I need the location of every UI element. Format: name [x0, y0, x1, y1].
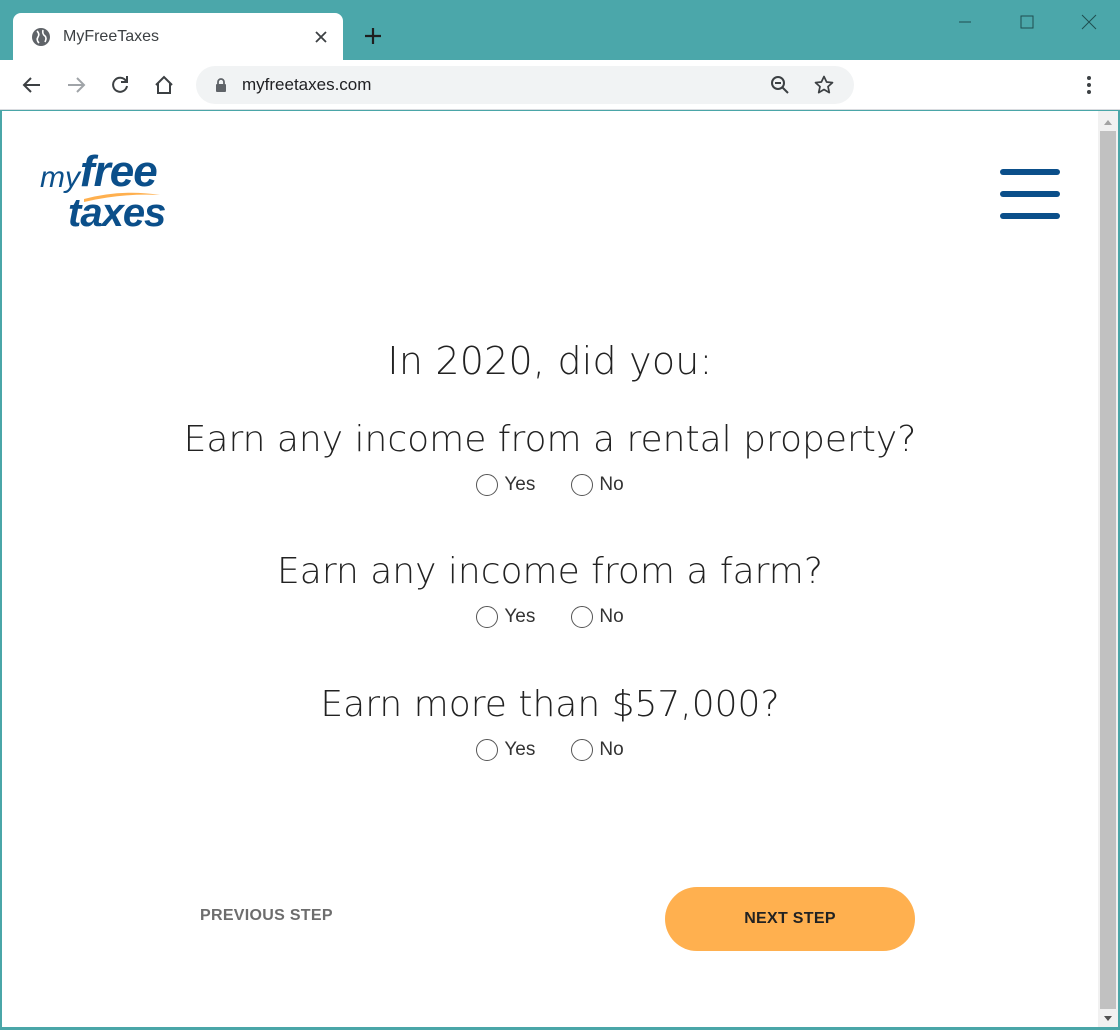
logo-text-taxes: taxes — [68, 191, 166, 235]
radio-circle[interactable] — [476, 739, 499, 761]
options-income: Yes No — [2, 739, 1098, 761]
hamburger-icon[interactable] — [1000, 169, 1060, 219]
radio-rental-yes[interactable]: Yes — [476, 474, 535, 496]
maximize-icon[interactable] — [996, 0, 1058, 44]
radio-label: Yes — [504, 474, 536, 495]
radio-farm-no[interactable]: No — [571, 606, 624, 628]
radio-label: No — [599, 606, 624, 627]
lock-icon — [214, 77, 228, 93]
plus-icon[interactable] — [360, 23, 386, 49]
radio-label: No — [599, 474, 624, 495]
url-text: myfreetaxes.com — [242, 75, 372, 94]
question-rental: Earn any income from a rental property? — [183, 419, 917, 460]
radio-rental-no[interactable]: No — [571, 474, 624, 496]
reload-icon[interactable] — [105, 70, 135, 100]
radio-label: Yes — [504, 606, 536, 627]
options-rental: Yes No — [2, 474, 1098, 496]
radio-circle[interactable] — [476, 474, 499, 496]
myfreetaxes-logo[interactable]: my free taxes — [38, 147, 168, 241]
radio-label: No — [599, 739, 624, 760]
logo-text-my: my — [40, 161, 80, 194]
page-viewport: my free taxes In 2020, did you: Earn any… — [2, 111, 1098, 1027]
globe-icon — [31, 27, 51, 47]
close-icon[interactable] — [1058, 0, 1120, 44]
question-income: Earn more than $57,000? — [320, 684, 780, 725]
browser-toolbar: myfreetaxes.com — [0, 60, 1120, 110]
star-icon[interactable] — [810, 71, 838, 99]
next-step-button[interactable]: NEXT STEP — [665, 887, 915, 951]
browser-titlebar: MyFreeTaxes — [0, 0, 1120, 60]
scroll-up-icon[interactable] — [1098, 113, 1118, 131]
minimize-icon[interactable] — [934, 0, 996, 44]
radio-circle[interactable] — [571, 739, 594, 761]
radio-label: Yes — [504, 739, 536, 760]
browser-tab[interactable]: MyFreeTaxes — [13, 13, 343, 60]
radio-circle[interactable] — [571, 474, 594, 496]
radio-circle[interactable] — [571, 606, 594, 628]
window-controls — [934, 0, 1120, 44]
previous-step-button[interactable]: PREVIOUS STEP — [200, 907, 333, 925]
arrow-right-icon[interactable] — [61, 70, 91, 100]
home-icon[interactable] — [149, 70, 179, 100]
arrow-left-icon[interactable] — [17, 70, 47, 100]
scrollbar-thumb[interactable] — [1100, 131, 1116, 1009]
radio-income-yes[interactable]: Yes — [476, 739, 535, 761]
zoom-out-icon[interactable] — [766, 71, 794, 99]
tab-title: MyFreeTaxes — [63, 27, 160, 45]
close-icon[interactable] — [311, 27, 331, 47]
page-scrollbar[interactable] — [1098, 111, 1118, 1028]
radio-farm-yes[interactable]: Yes — [476, 606, 535, 628]
address-bar[interactable]: myfreetaxes.com — [196, 66, 854, 104]
page-heading: In 2020, did you: — [387, 339, 713, 383]
options-farm: Yes No — [2, 606, 1098, 628]
scroll-down-icon[interactable] — [1098, 1010, 1118, 1028]
radio-circle[interactable] — [476, 606, 499, 628]
radio-income-no[interactable]: No — [571, 739, 624, 761]
question-farm: Earn any income from a farm? — [277, 551, 823, 592]
kebab-menu-icon[interactable] — [1074, 70, 1104, 100]
